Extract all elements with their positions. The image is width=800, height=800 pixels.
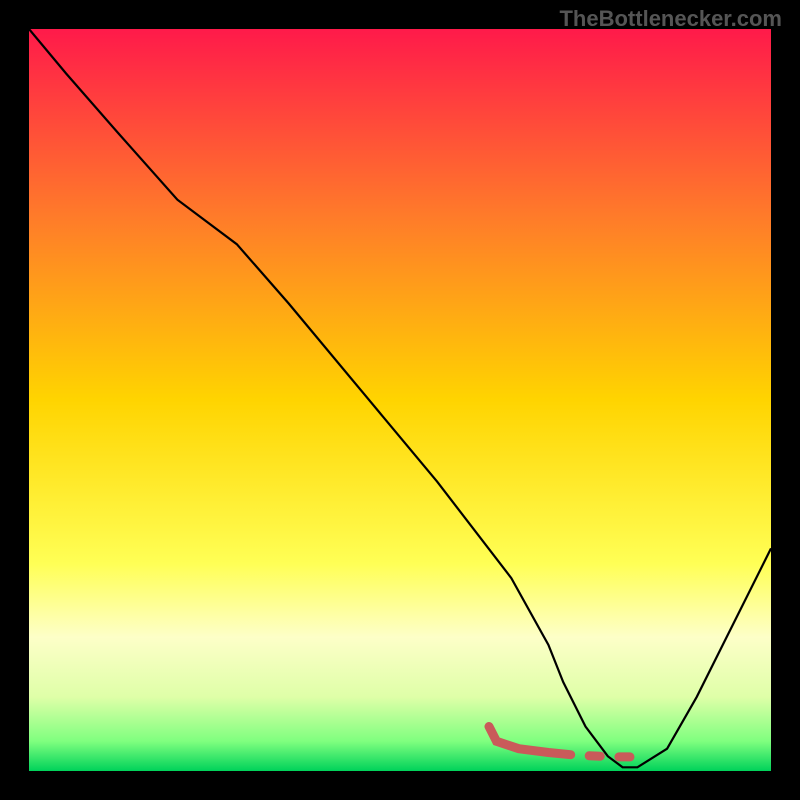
bottleneck-chart	[29, 29, 771, 771]
gradient-background	[29, 29, 771, 771]
watermark-text: TheBottlenecker.com	[559, 6, 782, 32]
chart-canvas	[29, 29, 771, 771]
